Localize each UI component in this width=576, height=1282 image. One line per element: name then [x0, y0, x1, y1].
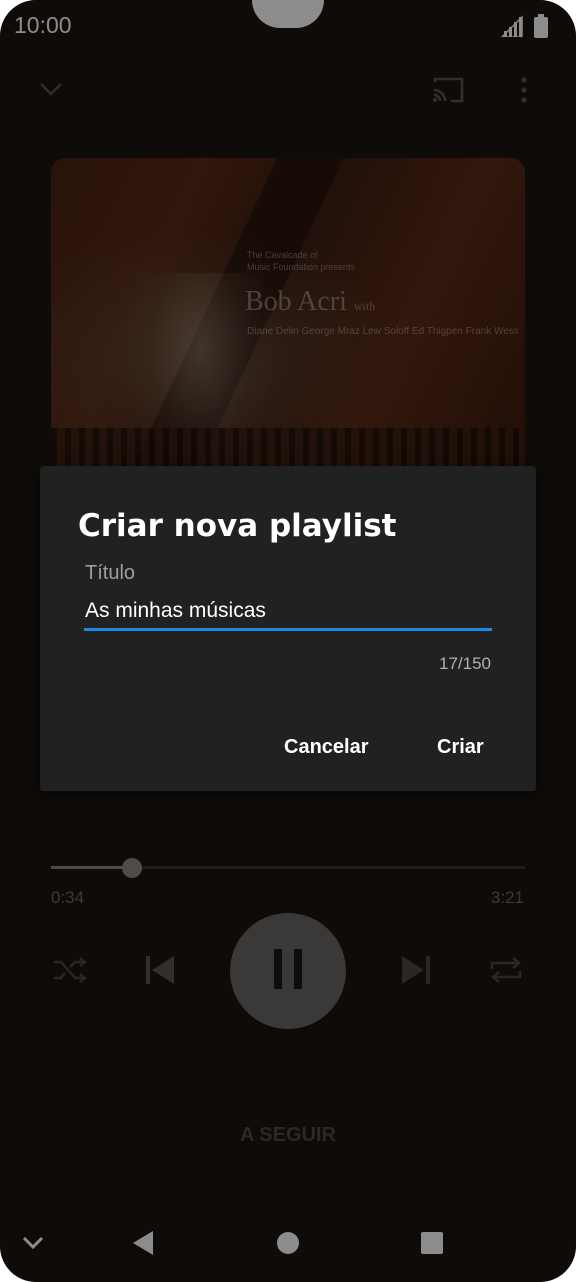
cancel-button[interactable]: Cancelar	[284, 736, 369, 759]
title-input[interactable]: As minhas músicas	[85, 599, 266, 623]
character-counter: 17/150	[439, 654, 491, 673]
title-input-underline	[84, 628, 492, 631]
create-playlist-dialog: Criar nova playlist Título As minhas mús…	[40, 466, 536, 791]
dialog-title: Criar nova playlist	[78, 508, 397, 544]
title-field-label: Título	[85, 562, 136, 584]
create-button[interactable]: Criar	[437, 736, 484, 759]
phone-screen: 10:00 The Cavalcade of Music Foundation …	[0, 0, 576, 1282]
